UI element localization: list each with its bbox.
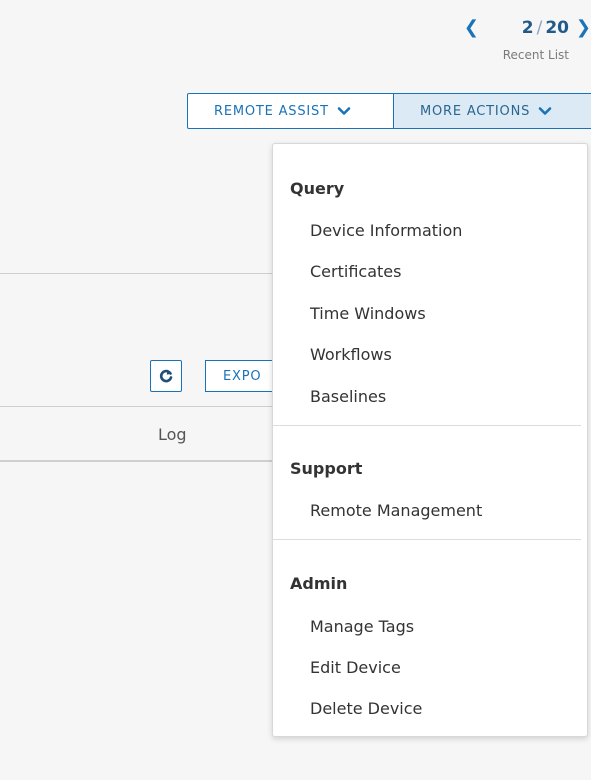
menu-item-device-information[interactable]: Device Information — [310, 221, 462, 240]
menu-item-workflows[interactable]: Workflows — [310, 345, 392, 364]
pager-label: Recent List — [502, 48, 569, 62]
column-header-log[interactable]: Log — [158, 425, 187, 444]
menu-divider — [273, 539, 581, 540]
remote-assist-button[interactable]: REMOTE ASSIST — [187, 93, 394, 129]
menu-section-admin: Admin — [290, 574, 348, 593]
menu-item-remote-management[interactable]: Remote Management — [310, 501, 482, 520]
menu-item-delete-device[interactable]: Delete Device — [310, 699, 422, 718]
refresh-button[interactable] — [150, 360, 182, 392]
pager-separator: / — [536, 18, 543, 38]
table-header: Log — [0, 406, 290, 462]
export-label: EXPO — [223, 368, 262, 384]
section-divider — [0, 273, 290, 274]
next-record-icon[interactable]: ❯ — [576, 14, 591, 42]
chevron-down-icon — [538, 107, 552, 115]
menu-item-manage-tags[interactable]: Manage Tags — [310, 617, 414, 636]
recent-list-pager: ❮ 2/20 ❯ Recent List — [451, 14, 591, 74]
menu-item-baselines[interactable]: Baselines — [310, 387, 386, 406]
pager-current: 2 — [521, 18, 534, 38]
previous-record-icon[interactable]: ❮ — [464, 14, 479, 42]
chevron-down-icon — [337, 107, 351, 115]
more-actions-button[interactable]: MORE ACTIONS — [394, 93, 591, 129]
menu-section-support: Support — [290, 459, 363, 478]
pager-count: 2/20 — [522, 14, 569, 42]
menu-item-time-windows[interactable]: Time Windows — [310, 304, 426, 323]
refresh-icon — [159, 369, 173, 383]
remote-assist-label: REMOTE ASSIST — [214, 103, 329, 119]
more-actions-label: MORE ACTIONS — [420, 103, 531, 119]
pager-total: 20 — [545, 18, 569, 38]
menu-section-query: Query — [290, 179, 345, 198]
menu-item-certificates[interactable]: Certificates — [310, 262, 401, 281]
more-actions-dropdown: Query Device Information Certificates Ti… — [272, 143, 588, 737]
menu-divider — [273, 425, 581, 426]
device-action-bar: REMOTE ASSIST MORE ACTIONS — [187, 93, 591, 129]
menu-item-edit-device[interactable]: Edit Device — [310, 658, 401, 677]
